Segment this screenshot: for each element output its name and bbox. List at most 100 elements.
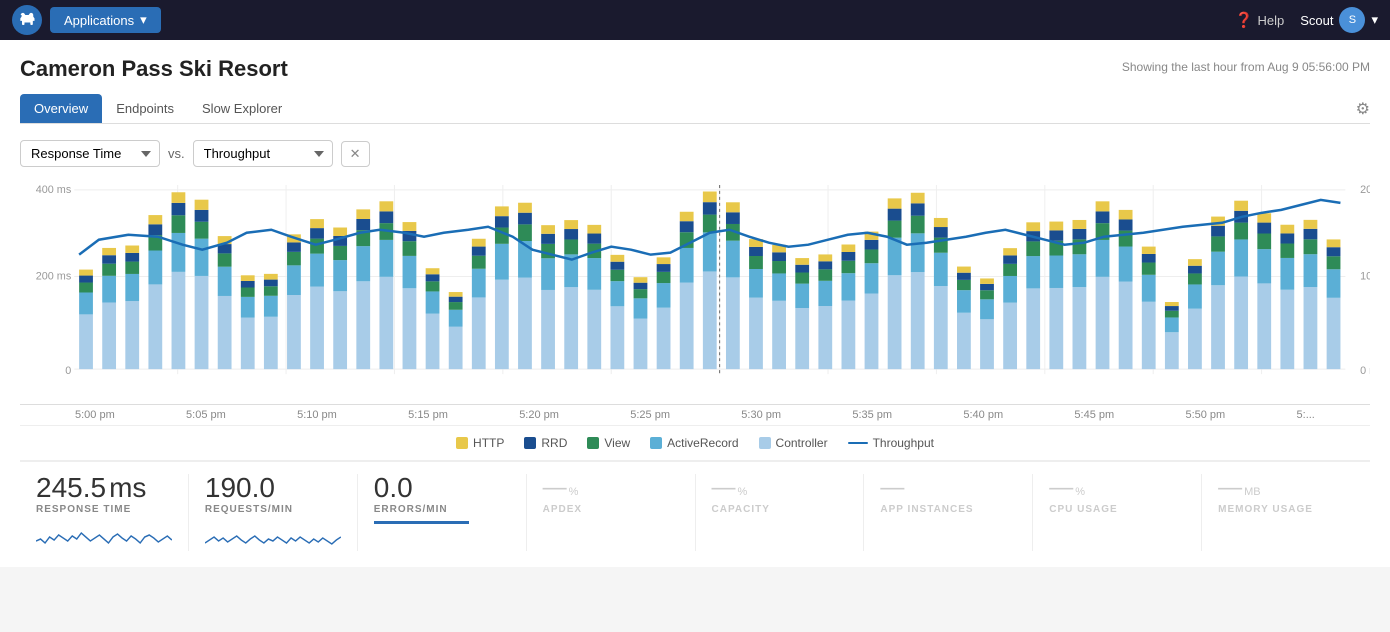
capacity-value: — (712, 474, 736, 502)
time-label-7: 5:35 pm (852, 409, 892, 421)
capacity-label: CAPACITY (712, 504, 848, 515)
legend-rrd: RRD (524, 436, 567, 450)
app-instances-value: — (880, 474, 904, 502)
help-label: Help (1257, 13, 1284, 28)
svg-text:200 rpm: 200 rpm (1360, 184, 1370, 196)
svg-text:100 rpm: 100 rpm (1360, 270, 1370, 282)
settings-icon[interactable]: ⚙ (1356, 99, 1370, 119)
controller-label: Controller (776, 436, 828, 450)
memory-usage-unit: MB (1244, 486, 1261, 498)
chart-svg: 400 ms 200 ms 0 200 rpm 100 rpm 0 rpm (20, 175, 1370, 404)
stat-app-instances: — APP INSTANCES (864, 474, 1033, 551)
page-title: Cameron Pass Ski Resort (20, 56, 288, 82)
capacity-unit: % (738, 486, 748, 498)
activerecord-color (650, 437, 662, 449)
cpu-usage-label: CPU USAGE (1049, 504, 1185, 515)
help-button[interactable]: ❓ Help (1235, 11, 1284, 29)
stat-errors-min: 0.0 ERRORS/MIN (358, 474, 527, 551)
http-label: HTTP (473, 436, 504, 450)
svg-text:400 ms: 400 ms (36, 184, 72, 196)
response-time-value: 245.5 (36, 474, 106, 502)
nav-left: Applications ▾ (12, 5, 161, 35)
nav-right: ❓ Help Scout S ▾ (1235, 7, 1378, 33)
rrd-label: RRD (541, 436, 567, 450)
time-label-11: 5:... (1297, 409, 1315, 421)
apdex-value: — (543, 474, 567, 502)
time-label-9: 5:45 pm (1074, 409, 1114, 421)
view-color (587, 437, 599, 449)
stat-capacity: — % CAPACITY (696, 474, 865, 551)
time-label-10: 5:50 pm (1185, 409, 1225, 421)
requests-min-sparkline (205, 521, 341, 551)
activerecord-label: ActiveRecord (667, 436, 738, 450)
top-navigation: Applications ▾ ❓ Help Scout S ▾ (0, 0, 1390, 40)
page-header: Cameron Pass Ski Resort Showing the last… (20, 56, 1370, 82)
clear-button[interactable]: ✕ (341, 141, 370, 167)
app-logo[interactable] (12, 5, 42, 35)
vs-label: vs. (168, 146, 185, 161)
time-label-5: 5:25 pm (630, 409, 670, 421)
metric2-select[interactable]: Throughput Response Time Error Rate (193, 140, 333, 167)
legend-activerecord: ActiveRecord (650, 436, 738, 450)
stat-memory-usage: — MB MEMORY USAGE (1202, 474, 1370, 551)
requests-min-label: REQUESTS/MIN (205, 504, 341, 515)
time-label-1: 5:05 pm (186, 409, 226, 421)
user-chevron-icon: ▾ (1371, 12, 1378, 28)
stats-bar: 245.5 ms RESPONSE TIME 190.0 REQUESTS/MI… (20, 461, 1370, 551)
response-time-sparkline (36, 521, 172, 551)
chart-legend: HTTP RRD View ActiveRecord Controller Th… (20, 426, 1370, 461)
applications-button[interactable]: Applications ▾ (50, 7, 161, 33)
user-menu[interactable]: Scout S ▾ (1300, 7, 1378, 33)
svg-text:0: 0 (65, 365, 71, 377)
tab-overview[interactable]: Overview (20, 94, 102, 123)
question-icon: ❓ (1235, 11, 1254, 29)
stat-cpu-usage: — % CPU USAGE (1033, 474, 1202, 551)
response-time-label: RESPONSE TIME (36, 504, 172, 515)
dropdowns-row: Response Time Throughput Error Rate vs. … (20, 140, 1370, 167)
memory-usage-value: — (1218, 474, 1242, 502)
stat-response-time: 245.5 ms RESPONSE TIME (20, 474, 189, 551)
errors-min-value: 0.0 (374, 474, 413, 502)
memory-usage-label: MEMORY USAGE (1218, 504, 1354, 515)
legend-controller: Controller (759, 436, 828, 450)
throughput-color (848, 442, 868, 444)
legend-http: HTTP (456, 436, 504, 450)
time-axis: 5:00 pm 5:05 pm 5:10 pm 5:15 pm 5:20 pm … (20, 405, 1370, 426)
legend-view: View (587, 436, 630, 450)
time-label-6: 5:30 pm (741, 409, 781, 421)
tab-slow-explorer[interactable]: Slow Explorer (188, 94, 296, 123)
requests-min-value: 190.0 (205, 474, 275, 502)
rrd-color (524, 437, 536, 449)
svg-text:0 rpm: 0 rpm (1360, 365, 1370, 377)
tabs-bar: Overview Endpoints Slow Explorer ⚙ (20, 94, 1370, 124)
applications-label: Applications (64, 13, 134, 28)
apdex-label: APDEX (543, 504, 679, 515)
main-chart: 400 ms 200 ms 0 200 rpm 100 rpm 0 rpm (20, 175, 1370, 405)
showing-label: Showing the last hour from Aug 9 05:56:0… (1122, 60, 1370, 74)
time-label-2: 5:10 pm (297, 409, 337, 421)
app-instances-label: APP INSTANCES (880, 504, 1016, 515)
view-label: View (604, 436, 630, 450)
controller-color (759, 437, 771, 449)
legend-throughput: Throughput (848, 436, 934, 450)
stat-requests-min: 190.0 REQUESTS/MIN (189, 474, 358, 551)
tab-endpoints[interactable]: Endpoints (102, 94, 188, 123)
http-color (456, 437, 468, 449)
user-label: Scout (1300, 13, 1333, 28)
stat-apdex: — % APDEX (527, 474, 696, 551)
cpu-usage-unit: % (1075, 486, 1085, 498)
svg-text:200 ms: 200 ms (36, 270, 72, 282)
time-label-0: 5:00 pm (75, 409, 115, 421)
errors-min-bar (374, 521, 469, 524)
throughput-label: Throughput (873, 436, 934, 450)
user-avatar: S (1339, 7, 1365, 33)
errors-min-label: ERRORS/MIN (374, 504, 510, 515)
main-content: Cameron Pass Ski Resort Showing the last… (0, 40, 1390, 567)
chevron-down-icon: ▾ (140, 12, 147, 28)
time-label-4: 5:20 pm (519, 409, 559, 421)
response-time-unit: ms (109, 474, 146, 502)
cpu-usage-value: — (1049, 474, 1073, 502)
dog-icon (17, 10, 37, 30)
time-label-3: 5:15 pm (408, 409, 448, 421)
metric1-select[interactable]: Response Time Throughput Error Rate (20, 140, 160, 167)
